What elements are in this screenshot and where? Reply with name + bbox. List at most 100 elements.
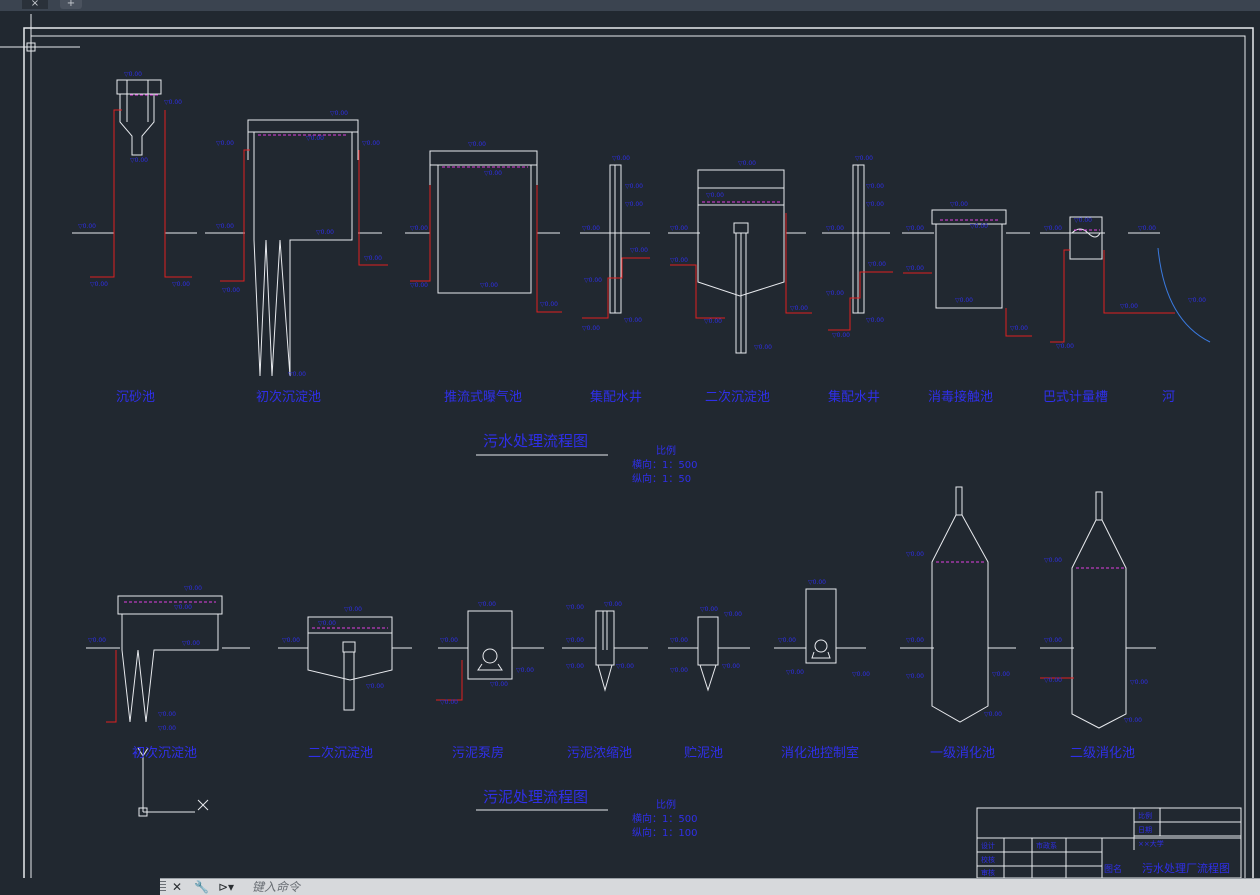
- drawing-frame: [23, 27, 1254, 878]
- command-bar-grip[interactable]: [160, 881, 166, 893]
- svg-text:▽0.00: ▽0.00: [625, 183, 643, 190]
- svg-text:▽0.00: ▽0.00: [670, 667, 688, 674]
- title-block-check: 校核: [981, 855, 995, 864]
- title-block-approve: 审核: [981, 868, 995, 877]
- svg-text:▽0.00: ▽0.00: [306, 135, 324, 142]
- svg-text:▽0.00: ▽0.00: [906, 225, 924, 232]
- label-disinfection-tank: 消毒接触池: [928, 389, 993, 405]
- svg-text:▽0.00: ▽0.00: [164, 99, 182, 106]
- svg-text:▽0.00: ▽0.00: [955, 297, 973, 304]
- svg-text:▽0.00: ▽0.00: [288, 371, 306, 378]
- label-primary-digester: 一级消化池: [930, 746, 995, 761]
- command-prompt-icon[interactable]: ⊳▾: [218, 879, 234, 895]
- label-secondary-digester: 二级消化池: [1070, 746, 1135, 761]
- svg-text:▽0.00: ▽0.00: [970, 223, 988, 230]
- svg-text:▽0.00: ▽0.00: [778, 637, 796, 644]
- title-block-date: 日期: [1138, 826, 1152, 834]
- svg-text:▽0.00: ▽0.00: [566, 663, 584, 670]
- title-block-school: ××大学: [1138, 839, 1164, 848]
- svg-text:▽0.00: ▽0.00: [855, 155, 873, 162]
- label-grit-chamber: 沉砂池: [116, 390, 155, 405]
- river-outfall: [1157, 247, 1211, 343]
- svg-text:▽0.00: ▽0.00: [184, 585, 202, 592]
- svg-text:▽0.00: ▽0.00: [582, 325, 600, 332]
- svg-text:▽0.00: ▽0.00: [478, 601, 496, 608]
- svg-text:▽0.00: ▽0.00: [222, 287, 240, 294]
- svg-text:▽0.00: ▽0.00: [826, 290, 844, 297]
- svg-text:▽0.00: ▽0.00: [866, 183, 884, 190]
- process1-scale-h: 横向：1：500: [632, 458, 697, 471]
- svg-text:▽0.00: ▽0.00: [410, 282, 428, 289]
- process1-title: 污水处理流程图: [483, 432, 588, 450]
- svg-text:▽0.00: ▽0.00: [540, 301, 558, 308]
- svg-text:▽0.00: ▽0.00: [754, 344, 772, 351]
- secondary-digester: [1071, 491, 1127, 729]
- svg-text:▽0.00: ▽0.00: [172, 281, 190, 288]
- svg-text:▽0.00: ▽0.00: [182, 640, 200, 647]
- label-secondary-settling: 二次沉淀池: [705, 389, 770, 405]
- svg-text:▽0.00: ▽0.00: [410, 225, 428, 232]
- svg-text:▽0.00: ▽0.00: [566, 637, 584, 644]
- grit-chamber: [116, 79, 162, 156]
- svg-text:▽0.00: ▽0.00: [866, 201, 884, 208]
- digester-control-room: [805, 588, 837, 664]
- svg-text:▽0.00: ▽0.00: [706, 192, 724, 199]
- svg-text:▽0.00: ▽0.00: [612, 155, 630, 162]
- disinfection-tank: [931, 209, 1007, 309]
- svg-text:▽0.00: ▽0.00: [584, 277, 602, 284]
- svg-text:▽0.00: ▽0.00: [616, 663, 634, 670]
- svg-text:▽0.00: ▽0.00: [78, 223, 96, 230]
- svg-text:▽0.00: ▽0.00: [670, 225, 688, 232]
- sludge-storage-tank: [697, 616, 719, 692]
- process2-scale-title: 比例: [656, 798, 676, 811]
- process2-elevation-tags: ▽0.00 ▽0.00 ▽0.00 ▽0.00 ▽0.00 ▽0.00 ▽0.00 ▽0.…: [88, 551, 1148, 732]
- process1-scale-v: 纵向：1：50: [632, 472, 691, 485]
- svg-text:▽0.00: ▽0.00: [366, 683, 384, 690]
- svg-text:▽0.00: ▽0.00: [790, 305, 808, 312]
- svg-text:▽0.00: ▽0.00: [700, 606, 718, 613]
- svg-text:▽0.00: ▽0.00: [832, 332, 850, 339]
- label-parshall-flume: 巴式计量槽: [1043, 390, 1108, 405]
- svg-text:▽0.00: ▽0.00: [216, 223, 234, 230]
- svg-text:▽0.00: ▽0.00: [906, 637, 924, 644]
- crosshair-cursor: [0, 14, 80, 95]
- svg-text:▽0.00: ▽0.00: [868, 261, 886, 268]
- title-block-design: 设计: [981, 841, 995, 850]
- svg-text:▽0.00: ▽0.00: [906, 551, 924, 558]
- svg-text:▽0.00: ▽0.00: [484, 170, 502, 177]
- svg-text:▽0.00: ▽0.00: [316, 229, 334, 236]
- svg-text:▽0.00: ▽0.00: [738, 160, 756, 167]
- drawing-canvas[interactable]: ▽0.00 ▽0.00 ▽0.00 ▽0.00 ▽0.00 ▽0.00 ▽0.00 ▽0.…: [0, 11, 1260, 878]
- svg-text:▽0.00: ▽0.00: [566, 604, 584, 611]
- process2-water-levels: [124, 561, 1124, 629]
- command-settings-icon[interactable]: 🔧: [194, 879, 209, 895]
- command-close-button[interactable]: ✕: [172, 879, 182, 895]
- process1-elevation-leaders: [90, 109, 1175, 343]
- svg-text:▽0.00: ▽0.00: [1044, 637, 1062, 644]
- svg-text:▽0.00: ▽0.00: [468, 141, 486, 148]
- svg-text:▽0.00: ▽0.00: [1044, 677, 1062, 684]
- svg-text:▽0.00: ▽0.00: [1044, 225, 1062, 232]
- svg-text:▽0.00: ▽0.00: [362, 140, 380, 147]
- command-input[interactable]: 键入命令: [252, 879, 300, 895]
- svg-text:▽0.00: ▽0.00: [722, 663, 740, 670]
- svg-text:▽0.00: ▽0.00: [364, 255, 382, 262]
- label-sludge-storage: 贮泥池: [684, 746, 723, 761]
- sludge-secondary-tank: [307, 616, 393, 711]
- svg-text:▽0.00: ▽0.00: [1124, 717, 1142, 724]
- title-block-drawing-name: 污水处理厂流程图: [1142, 861, 1230, 875]
- primary-digester: [931, 486, 989, 723]
- label-sludge-pump-house: 污泥泵房: [452, 745, 504, 761]
- tab-close-button[interactable]: ×: [22, 0, 48, 9]
- label-sludge-primary: 初次沉淀池: [132, 745, 197, 761]
- new-tab-button[interactable]: +: [60, 0, 82, 9]
- distribution-well-1: [609, 164, 622, 314]
- svg-text:▽0.00: ▽0.00: [174, 604, 192, 611]
- label-distribution-well-2: 集配水井: [828, 389, 880, 405]
- svg-text:▽0.00: ▽0.00: [130, 157, 148, 164]
- svg-text:▽0.00: ▽0.00: [516, 667, 534, 674]
- svg-text:▽0.00: ▽0.00: [1120, 303, 1138, 310]
- title-block-drawing-label: 图名: [1104, 863, 1122, 875]
- svg-text:▽0.00: ▽0.00: [786, 669, 804, 676]
- svg-text:▽0.00: ▽0.00: [158, 711, 176, 718]
